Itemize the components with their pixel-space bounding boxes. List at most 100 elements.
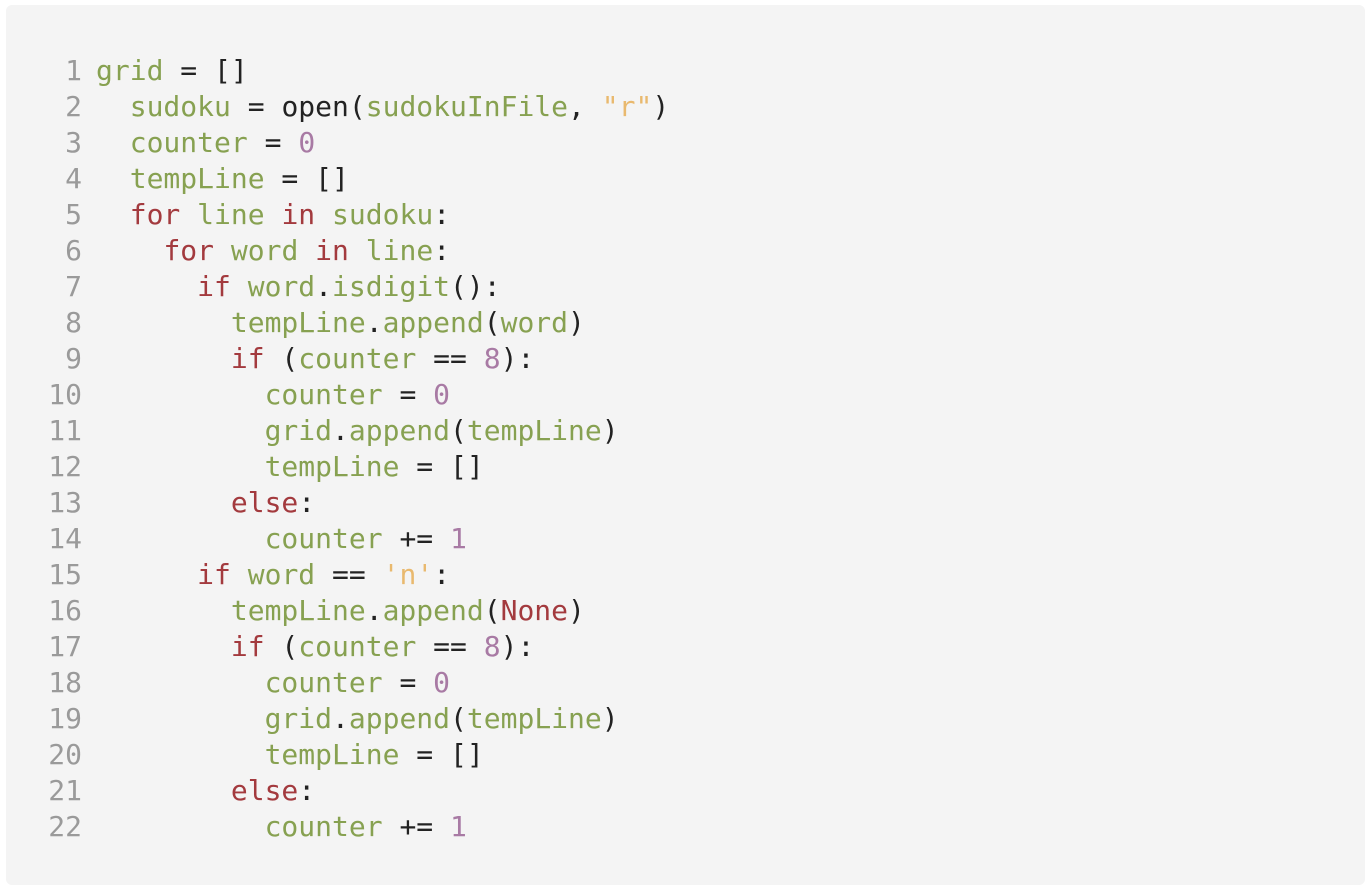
code-token: = [] (264, 162, 349, 195)
code-token: counter (264, 666, 383, 699)
code-token: counter (298, 342, 417, 375)
line-code: for line in sudoku: (96, 197, 450, 233)
code-token: 0 (298, 126, 316, 159)
code-line: 2 sudoku = open(sudokuInFile, "r") (6, 89, 1365, 125)
code-line: 6 for word in line: (6, 233, 1365, 269)
code-line: 12 tempLine = [] (6, 449, 1365, 485)
code-token: = (247, 126, 299, 159)
code-token: counter (264, 378, 383, 411)
code-token: 'n' (382, 558, 434, 591)
code-line: 8 tempLine.append(word) (6, 305, 1365, 341)
code-token: ) (652, 90, 670, 123)
code-token: sudokuInFile (365, 90, 569, 123)
code-token: : (298, 486, 316, 519)
code-token: = [] (399, 738, 484, 771)
line-number: 1 (65, 54, 82, 87)
code-token: if (230, 630, 265, 663)
line-number: 20 (48, 738, 82, 771)
code-token: : (433, 558, 451, 591)
code-token: ( (483, 594, 501, 627)
line-code: counter = 0 (96, 377, 450, 413)
code-token: , (568, 90, 602, 123)
code-token: word (247, 270, 316, 303)
code-line: 21 else: (6, 773, 1365, 809)
line-number: 17 (48, 630, 82, 663)
code-panel: 1 grid = [] 2 sudoku = open(sudokuInFile, … (6, 5, 1365, 885)
code-line: 16 tempLine.append(None) (6, 593, 1365, 629)
code-token: : (433, 234, 451, 267)
code-line: 18 counter = 0 (6, 665, 1365, 701)
code-token: in (281, 198, 316, 231)
code-token: None (500, 594, 569, 627)
line-number: 16 (48, 594, 82, 627)
line-code: grid.append(tempLine) (96, 701, 619, 737)
code-token: . (315, 270, 333, 303)
code-token: == (315, 558, 383, 591)
code-token: append (382, 594, 484, 627)
code-line: 7 if word.isdigit(): (6, 269, 1365, 305)
code-token: if (230, 342, 265, 375)
code-token: grid (96, 54, 164, 87)
code-token: append (382, 306, 484, 339)
code-token: += (382, 522, 451, 555)
line-code: grid = [] (96, 53, 248, 89)
line-number: 4 (65, 162, 82, 195)
code-token: 1 (450, 810, 467, 843)
line-code: if word.isdigit(): (96, 269, 501, 305)
code-token: if (197, 270, 231, 303)
code-token: ( (264, 630, 299, 663)
code-token: = (382, 666, 434, 699)
line-code: for word in line: (96, 233, 450, 269)
code-token: append (348, 414, 451, 447)
line-code: else: (96, 773, 315, 809)
code-token: "r" (601, 90, 653, 123)
line-code: counter = 0 (96, 125, 315, 161)
code-token: += (382, 810, 451, 843)
code-line: 19 grid.append(tempLine) (6, 701, 1365, 737)
line-code: if word == 'n': (96, 557, 450, 593)
code-line: 5 for line in sudoku: (6, 197, 1365, 233)
code-token: line (365, 234, 434, 267)
line-code: if (counter == 8): (96, 341, 534, 377)
code-token: ) (601, 414, 619, 447)
code-token: sudoku (332, 198, 434, 231)
line-number: 10 (48, 378, 82, 411)
code-token: ( (450, 414, 467, 447)
code-token: ( (450, 702, 467, 735)
line-number: 22 (48, 810, 82, 843)
code-line: 20 tempLine = [] (6, 737, 1365, 773)
code-token: (): (450, 270, 501, 303)
line-number: 21 (48, 774, 82, 807)
line-number: 2 (65, 90, 82, 123)
line-number: 5 (65, 198, 82, 231)
code-token: counter (129, 126, 248, 159)
line-code: counter += 1 (96, 809, 467, 845)
code-line: 3 counter = 0 (6, 125, 1365, 161)
code-token: else (230, 486, 299, 519)
code-token: . (365, 306, 383, 339)
code-token: : (298, 774, 316, 807)
code-line: 1 grid = [] (6, 53, 1365, 89)
code-token: == (416, 342, 484, 375)
code-token: 0 (433, 666, 451, 699)
code-token: counter (298, 630, 417, 663)
line-number: 6 (65, 234, 82, 267)
line-number: 11 (48, 414, 82, 447)
line-code: counter = 0 (96, 665, 450, 701)
code-line: 4 tempLine = [] (6, 161, 1365, 197)
code-token: tempLine (264, 450, 400, 483)
line-number: 14 (48, 522, 82, 555)
code-token: ): (500, 630, 535, 663)
code-line: 22 counter += 1 (6, 809, 1365, 845)
code-line: 15 if word == 'n': (6, 557, 1365, 593)
code-line: 14 counter += 1 (6, 521, 1365, 557)
line-code: tempLine = [] (96, 161, 349, 197)
code-line: 17 if (counter == 8): (6, 629, 1365, 665)
line-number: 3 (65, 126, 82, 159)
code-token: line (197, 198, 265, 231)
line-code: tempLine.append(None) (96, 593, 585, 629)
